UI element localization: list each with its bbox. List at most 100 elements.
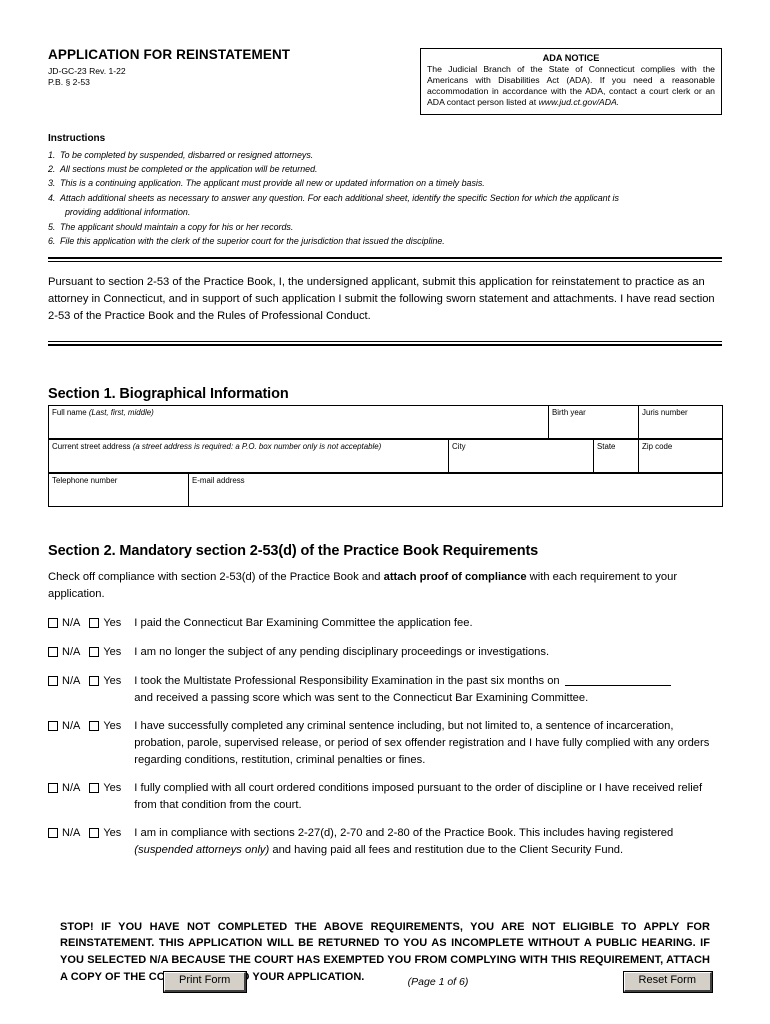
instruction-text: This is a continuing application. The ap… [60,178,485,189]
zip-code-label: Zip code [642,441,673,451]
street-address-cell[interactable]: Current street address (a street address… [48,438,449,473]
yes-checkbox[interactable] [89,647,100,658]
yes-checkbox-label: Yes [103,782,122,795]
na-checkbox[interactable] [48,676,58,687]
section-2: Section 2. Mandatory section 2-53(d) of … [48,543,722,859]
checklist-item: N/A Yes I have successfully completed an… [48,718,722,768]
instructions-list: 1. To be completed by suspended, disbarr… [48,148,722,249]
checklist-item: N/A Yes I am in compliance with sections… [48,825,722,858]
instruction-item: 5. The applicant should maintain a copy … [48,220,722,234]
yes-checkbox[interactable] [89,783,100,794]
yes-checkbox-label: Yes [103,646,122,659]
birth-year-cell[interactable]: Birth year [548,404,639,439]
compliance-text-italic: (suspended attorneys only) [134,843,270,856]
juris-number-cell[interactable]: Juris number [638,404,723,439]
checkbox-group: N/A Yes [48,825,121,842]
zip-code-cell[interactable]: Zip code [638,438,723,473]
checkbox-group: N/A Yes [48,615,121,632]
ada-notice-title: ADA NOTICE [542,53,600,63]
state-label: State [597,441,616,451]
instruction-number: 3. [48,178,56,189]
na-checkbox[interactable] [48,828,58,839]
pursuant-paragraph: Pursuant to section 2-53 of the Practice… [48,276,715,323]
instruction-text: Attach additional sheets as necessary to… [60,192,619,203]
section-1-heading: Section 1. Biographical Information [48,385,289,402]
checklist-item: N/A Yes I am no longer the subject of an… [48,644,722,661]
practice-book-reference: P.B. § 2-53 [48,77,90,88]
juris-number-label: Juris number [642,407,688,417]
mpre-date-input[interactable] [564,685,671,687]
checkbox-group: N/A Yes [48,780,121,797]
email-cell[interactable]: E-mail address [188,472,723,507]
na-checkbox-label: N/A [62,827,81,840]
telephone-cell[interactable]: Telephone number [48,472,189,507]
na-checkbox[interactable] [48,647,58,658]
yes-checkbox[interactable] [89,618,100,629]
state-cell[interactable]: State [593,438,639,473]
instruction-item: 2. All sections must be completed or the… [48,162,722,176]
checklist-item-text: I paid the Connecticut Bar Examining Com… [134,617,473,630]
reset-form-button[interactable]: Reset Form [622,971,714,993]
form-code: JD-GC-23 Rev. 1-22 [48,65,126,76]
na-checkbox-label: N/A [62,617,81,630]
instruction-number: 1. [48,149,56,160]
ada-notice-box: ADA NOTICE The Judicial Branch of the St… [420,48,722,115]
yes-checkbox-label: Yes [103,675,122,688]
na-checkbox[interactable] [48,618,58,629]
contact-table: Telephone number E-mail address [48,472,723,507]
city-label: City [452,441,466,451]
section-2-intro: Check off compliance with section 2-53(d… [48,569,722,603]
compliance-text-part1: I am in compliance with sections 2-27(d)… [134,827,674,840]
ada-notice-text: The Judicial Branch of the State of Conn… [427,64,715,109]
mpre-text-before-blank: I took the Multistate Professional Respo… [134,675,563,688]
form-header-left: APPLICATION FOR REINSTATEMENT JD-GC-23 R… [48,47,398,89]
instruction-number: 2. [48,163,56,174]
instruction-text: File this application with the clerk of … [60,236,445,247]
table-row: Full name (Last, first, middle) Birth ye… [48,404,723,439]
compliance-checklist: N/A Yes I paid the Connecticut Bar Exami… [48,615,722,858]
print-form-button[interactable]: Print Form [162,971,248,993]
na-checkbox[interactable] [48,783,58,794]
ada-notice-link: www.jud.ct.gov/ADA. [538,97,620,108]
checkbox-group: N/A Yes [48,644,121,661]
telephone-label: Telephone number [52,475,118,485]
section-2-heading: Section 2. Mandatory section 2-53(d) of … [48,542,539,559]
table-row: Telephone number E-mail address [48,472,723,507]
yes-checkbox-label: Yes [103,720,122,733]
instruction-item: 4. Attach additional sheets as necessary… [48,191,722,220]
instruction-text-continued: providing additional information. [65,207,191,218]
document-page: APPLICATION FOR REINSTATEMENT JD-GC-23 R… [0,0,770,1024]
birth-year-label: Birth year [552,407,586,417]
section-divider-bottom [48,340,722,346]
section-1: Section 1. Biographical Information Full… [48,385,723,507]
checklist-item-text: I fully complied with all court ordered … [134,782,703,811]
na-checkbox[interactable] [48,721,58,732]
full-name-label: Full name (Last, first, middle) [52,407,154,417]
instruction-number: 6. [48,236,56,247]
reset-button-slot: Reset Form [592,971,722,993]
page-title: APPLICATION FOR REINSTATEMENT [48,47,291,62]
checkbox-group: N/A Yes [48,718,121,735]
yes-checkbox[interactable] [89,721,100,732]
instruction-text: All sections must be completed or the ap… [60,163,318,174]
section-2-intro-emphasis: attach proof of compliance [383,570,527,583]
instruction-item: 6. File this application with the clerk … [48,234,722,248]
address-table: Current street address (a street address… [48,438,723,473]
instructions-heading: Instructions [48,132,106,144]
city-cell[interactable]: City [448,438,594,473]
form-sheet: APPLICATION FOR REINSTATEMENT JD-GC-23 R… [48,47,723,985]
print-button-slot: Print Form [48,971,284,993]
form-footer: Print Form (Page 1 of 6) Reset Form [48,971,722,993]
yes-checkbox-label: Yes [103,617,122,630]
checklist-item: N/A Yes I took the Multistate Profession… [48,673,722,706]
page-indicator: (Page 1 of 6) [407,975,469,988]
form-header: APPLICATION FOR REINSTATEMENT JD-GC-23 R… [48,47,722,115]
street-address-label: Current street address (a street address… [52,441,382,451]
full-name-cell[interactable]: Full name (Last, first, middle) [48,404,549,439]
yes-checkbox[interactable] [89,676,100,687]
instruction-number: 4. [48,192,56,203]
na-checkbox-label: N/A [62,782,81,795]
checklist-item-text: I am no longer the subject of any pendin… [134,646,550,659]
checklist-item-text: I have successfully completed any crimin… [134,720,710,766]
yes-checkbox[interactable] [89,828,100,839]
